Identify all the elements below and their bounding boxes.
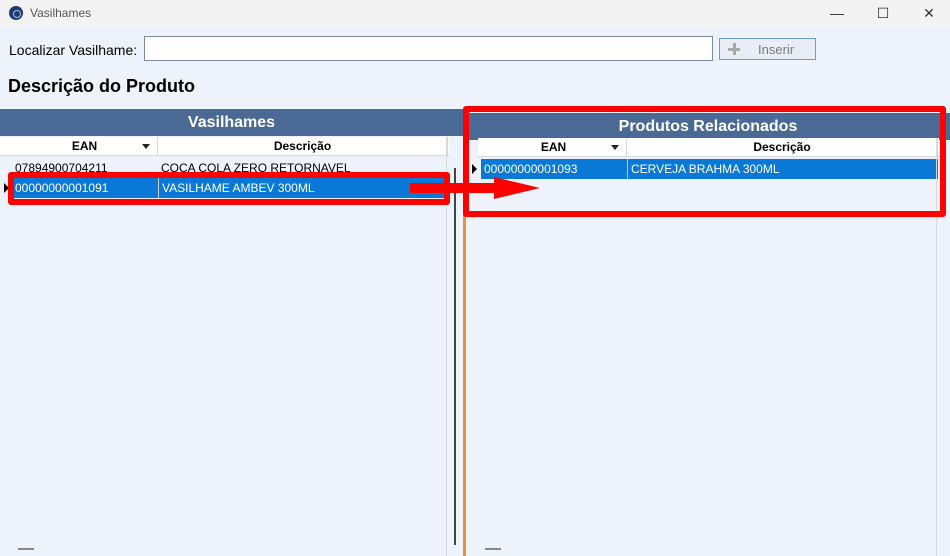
window-title: Vasilhames <box>30 6 92 20</box>
column-header-descricao[interactable]: Descrição <box>158 137 448 156</box>
column-header-ean[interactable]: EAN <box>12 137 158 156</box>
horizontal-scrollbar[interactable] <box>18 548 34 550</box>
search-label: Localizar Vasilhame: <box>9 42 138 58</box>
vasilhames-header: Vasilhames <box>0 109 463 136</box>
insert-button[interactable]: Inserir <box>719 38 816 60</box>
maximize-button[interactable]: ☐ <box>860 0 906 26</box>
arrow-right-icon <box>494 177 540 199</box>
minimize-button[interactable]: — <box>814 0 860 26</box>
highlight-box-vasilhame <box>8 172 450 205</box>
app-logo-icon <box>9 6 23 20</box>
sort-dropdown-icon[interactable] <box>142 144 150 149</box>
section-title: Descrição do Produto <box>8 76 196 96</box>
annotation-arrow-line <box>410 183 496 193</box>
horizontal-scrollbar[interactable] <box>485 548 501 550</box>
close-button[interactable]: ✕ <box>906 0 950 26</box>
search-input[interactable] <box>144 36 713 61</box>
grid-header-row: EAN Descrição <box>0 137 449 156</box>
title-bar: Vasilhames — ☐ ✕ <box>0 0 950 26</box>
highlight-box-produtos <box>463 106 946 217</box>
insert-button-label: Inserir <box>758 42 795 57</box>
vertical-scrollbar[interactable] <box>454 168 456 545</box>
plus-icon <box>728 43 740 55</box>
